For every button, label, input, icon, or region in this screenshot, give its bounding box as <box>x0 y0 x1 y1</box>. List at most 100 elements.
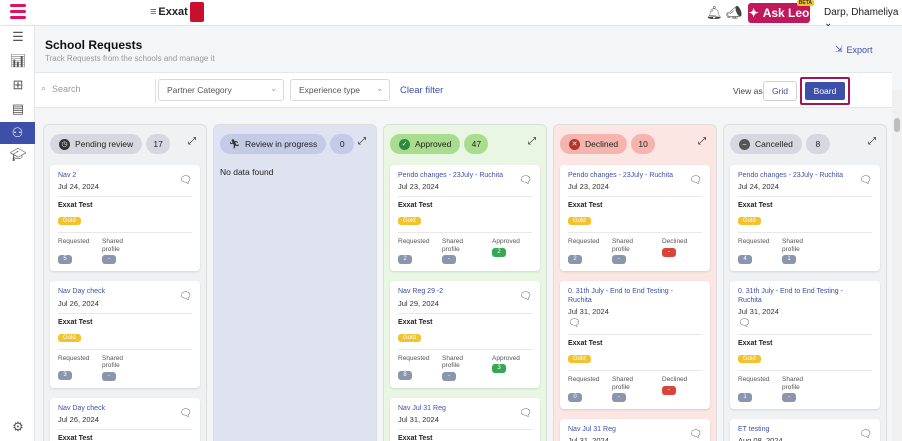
card-title[interactable]: Nav Day check <box>58 288 192 296</box>
chat-icon[interactable]: 🗨︎ <box>738 318 872 329</box>
outcome-count: - <box>662 247 676 257</box>
outcome-label: Approved <box>492 238 520 246</box>
board-view-button[interactable]: Board <box>805 82 845 100</box>
chat-icon[interactable]: 🗨︎ <box>179 291 192 302</box>
bar-chart-icon[interactable]: 📊︎ <box>9 52 27 70</box>
card-date: Jul 23, 2024 <box>568 182 609 192</box>
request-card[interactable]: Nav Jul 31 Reg Jul 31, 2024 🗨︎ Exxat Test <box>390 397 540 441</box>
divider <box>738 232 872 234</box>
request-card[interactable]: Nav Jul 31 Reg Jul 31, 2024 🗨︎ <box>560 419 710 441</box>
hamburger-icon[interactable] <box>10 4 26 22</box>
expand-icon[interactable]: ⤢ <box>358 136 366 147</box>
card-title[interactable]: Nav Reg 29 -2 <box>398 288 532 296</box>
scrollbar[interactable] <box>892 90 902 441</box>
chat-icon[interactable]: 🗨︎ <box>859 175 872 186</box>
chat-icon[interactable]: 🗨︎ <box>519 408 532 419</box>
partner-category-select[interactable]: Partner Category ⌄ <box>158 79 284 101</box>
card-title[interactable]: Pendo changes - 23July - Ruchita <box>398 172 532 180</box>
card-stats: Requested 8 Shared profile - Approved 3 <box>398 355 532 381</box>
brand-badge-icon <box>190 2 204 22</box>
chat-icon[interactable]: 🗨︎ <box>179 175 192 186</box>
requested-label: Requested <box>58 354 90 362</box>
gear-icon[interactable]: ⚙ <box>9 418 27 436</box>
search-input[interactable]: ⌕ Search <box>41 83 81 94</box>
grid-view-button[interactable]: Grid <box>763 81 797 101</box>
request-card[interactable]: Nav Reg 29 -2 Jul 29, 2024 🗨︎ Exxat Test Gol… <box>390 281 540 388</box>
shared-stat: Shared profile - <box>442 238 488 265</box>
chat-icon[interactable]: 🗨︎ <box>689 175 702 186</box>
card-title[interactable]: Pendo changes - 23July - Ruchita <box>568 172 702 180</box>
card-title[interactable]: Nav Jul 31 Reg <box>398 405 532 413</box>
card-stats: Requested 0 Shared profile - Declined - <box>568 376 702 403</box>
chat-icon[interactable]: 🗨︎ <box>519 291 532 302</box>
sparkle-icon: ✦ <box>748 6 759 20</box>
shared-count: - <box>102 255 116 265</box>
shared-count: 1 <box>782 255 796 265</box>
requested-stat: Requested 2 <box>398 238 442 264</box>
chat-icon[interactable]: 🗨︎ <box>179 408 192 419</box>
bell-icon[interactable]: 🔔︎ <box>706 5 723 21</box>
card-date: Aug 08, 2024 <box>738 436 783 441</box>
experience-type-select[interactable]: Experience type ⌄ <box>290 79 390 101</box>
column-header: ◷ Pending review 17 ⤢ <box>50 133 200 155</box>
graduation-cap-icon[interactable]: 🎓︎ <box>9 146 27 164</box>
school-name: Exxat Test <box>58 318 93 326</box>
request-card[interactable]: Pendo changes - 23July - Ruchita Jul 24, … <box>730 165 880 272</box>
request-card[interactable]: Pendo changes - 23July - Ruchita Jul 23, … <box>390 165 540 272</box>
export-button[interactable]: ⇲ Export <box>835 44 873 55</box>
check-circle-icon: ✓ <box>399 138 410 150</box>
card-title[interactable]: 0. 31th July - End to End Testing - Ruch… <box>568 288 702 305</box>
users-icon[interactable]: ⚇ <box>0 122 35 144</box>
shared-label: Shared profile <box>782 238 803 253</box>
card-title[interactable]: Nav 2 <box>58 172 192 180</box>
request-card[interactable]: Pendo changes - 23July - Ruchita Jul 23, … <box>560 165 710 272</box>
megaphone-icon[interactable]: 📣︎ <box>726 5 743 21</box>
add-document-icon[interactable]: ⊞ <box>9 76 27 94</box>
card-date: Jul 24, 2024 <box>738 182 779 192</box>
shared-stat: Shared profile - <box>442 355 488 381</box>
requested-count: 0 <box>568 392 582 402</box>
card-date: Jul 31, 2024 <box>398 415 439 425</box>
card-title[interactable]: Pendo changes - 23July - Ruchita <box>738 172 872 180</box>
shared-count: - <box>442 371 456 381</box>
chat-icon[interactable]: 🗨︎ <box>568 318 702 329</box>
requested-label: Requested <box>738 238 770 246</box>
school-name: Exxat Test <box>398 435 433 441</box>
request-card[interactable]: Nav Day check Jul 26, 2024 🗨︎ Exxat Test <box>50 397 200 441</box>
card-title[interactable]: Nav Day check <box>58 405 192 413</box>
request-card[interactable]: ET testing Aug 08, 2024 🗨︎ <box>730 419 880 441</box>
outcome-stat: Approved 3 <box>492 355 532 381</box>
expand-icon[interactable]: ⤢ <box>868 136 876 147</box>
shared-label: Shared profile <box>102 354 123 370</box>
board-view-highlight: Board <box>800 77 850 105</box>
brand-name: Exxat <box>158 6 188 18</box>
expand-icon[interactable]: ⤢ <box>698 136 706 147</box>
card-title[interactable]: ET testing <box>738 426 872 434</box>
requested-label: Requested <box>568 376 600 384</box>
request-card[interactable]: Nav Day check Jul 26, 2024 🗨︎ Exxat Test Gol… <box>50 281 200 388</box>
tier-tag: Gold <box>398 333 421 342</box>
document-icon[interactable]: ▤ <box>9 100 27 118</box>
chat-icon[interactable]: 🗨︎ <box>689 429 702 440</box>
scrollbar-thumb[interactable] <box>894 118 900 132</box>
school-name: Exxat Test <box>58 202 93 210</box>
request-card[interactable]: 0. 31th July - End to End Testing - Ruch… <box>560 281 710 410</box>
menu-lines-icon[interactable]: ☰ <box>9 28 27 46</box>
card-title[interactable]: 0. 31th July - End to End Testing - Ruch… <box>738 288 872 305</box>
clear-filter-link[interactable]: Clear filter <box>400 85 443 96</box>
card-title[interactable]: Nav Jul 31 Reg <box>568 426 702 434</box>
divider <box>155 79 156 103</box>
divider <box>738 196 872 198</box>
expand-icon[interactable]: ⤢ <box>528 136 536 147</box>
request-card[interactable]: Nav 2 Jul 24, 2024 🗨︎ Exxat Test Gold Request… <box>50 165 200 272</box>
card-stats: Requested 2 Shared profile - Approved 2 <box>398 238 532 265</box>
divider <box>58 196 192 198</box>
chat-icon[interactable]: 🗨︎ <box>859 429 872 440</box>
shared-stat: Shared profile - <box>782 376 828 403</box>
page-header: School Requests Track Requests from the … <box>35 26 892 72</box>
board-column: ◷ Pending review 17 ⤢ Nav 2 Jul 24, 2024 🗨︎ Exx… <box>43 124 207 441</box>
request-card[interactable]: 0. 31th July - End to End Testing - Ruch… <box>730 281 880 410</box>
expand-icon[interactable]: ⤢ <box>188 136 196 147</box>
ask-leo-button[interactable]: ✦ Ask Leo BETA <box>748 0 814 23</box>
chat-icon[interactable]: 🗨︎ <box>519 175 532 186</box>
